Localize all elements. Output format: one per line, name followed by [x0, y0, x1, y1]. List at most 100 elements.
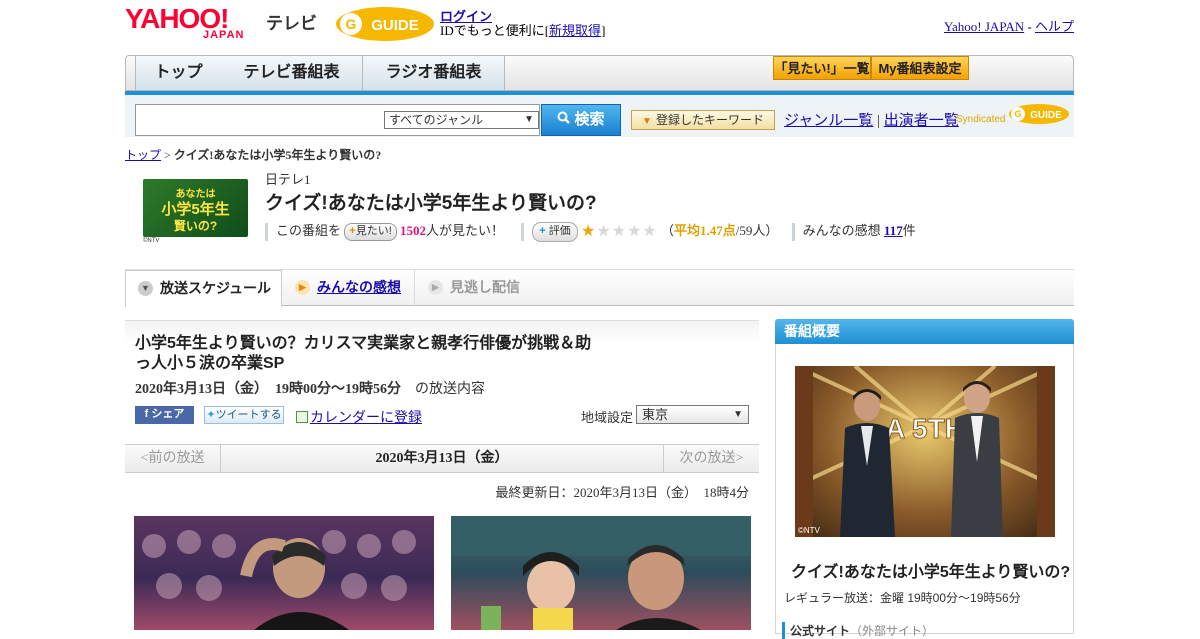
- rating-average: 平均1.47点: [674, 223, 736, 238]
- calendar-link[interactable]: カレンダーに登録: [310, 411, 422, 426]
- tweet-label: ツイートする: [215, 409, 282, 421]
- next-broadcast-link[interactable]: 次の放送>: [663, 445, 759, 472]
- episode-photo-1-image: [142, 530, 416, 630]
- id-text-suffix: ]: [601, 23, 606, 38]
- program-tabs: ▼ 放送スケジュール ▶ みんなの感想 ▶ 見逃し配信: [125, 269, 1074, 307]
- genre-select[interactable]: すべてのジャンル ▼: [384, 111, 539, 129]
- broadcast-date-nav: <前の放送 2020年3月13日（金） 次の放送>: [125, 444, 759, 473]
- nav-tab-tv-schedule[interactable]: テレビ番組表: [221, 56, 363, 90]
- rate-button[interactable]: + 評価: [532, 222, 578, 243]
- episode-title: 小学5年生より賢いの？カリスマ実業家と親孝行俳優が挑戦＆助っ人小５涙の卒業SP: [135, 335, 592, 372]
- chevron-down-icon: ▼: [138, 281, 153, 296]
- official-site-label: 公式サイト: [790, 624, 851, 638]
- sidebar-photo-image: A 5TH ©NTV: [795, 366, 1055, 537]
- search-icon: [557, 105, 571, 135]
- breadcrumb: トップ > クイズ!あなたは小学5年生より賢いの?: [125, 146, 381, 163]
- sidebar-regular-broadcast: レギュラー放送：金曜 19時00分～19時56分: [784, 591, 1021, 605]
- reviews-suffix: 件: [902, 223, 916, 238]
- program-meta-row: この番組を +見たい! 1502人が見たい！ + 評価 ★★★★★ （平均1.4…: [265, 220, 916, 243]
- twitter-bird-icon: ✦: [206, 409, 216, 421]
- svg-text:G: G: [346, 16, 357, 32]
- meta-divider: [265, 223, 268, 242]
- tab-streaming[interactable]: ▶ 見逃し配信: [416, 270, 546, 306]
- tab-streaming-label: 見逃し配信: [450, 279, 520, 295]
- program-title: クイズ!あなたは小学5年生より賢いの?: [265, 193, 597, 214]
- rate-button-label: 評価: [548, 225, 571, 238]
- sidebar-program-photo[interactable]: A 5TH ©NTV: [795, 366, 1055, 537]
- reviews-count-link[interactable]: 117: [884, 223, 903, 238]
- id-text-prefix: IDでもっと便利に[: [440, 23, 550, 38]
- sidebar-program-title: クイズ!あなたは小学5年生より賢いの?: [791, 564, 1071, 581]
- help-link[interactable]: ヘルプ: [1035, 19, 1074, 34]
- search-links: ジャンル一覧 | 出演者一覧: [784, 109, 959, 130]
- episode-date-value: 2020年3月13日（金） 19時00分～19時56分: [135, 382, 401, 397]
- tab-reviews[interactable]: ▶ みんなの感想: [283, 270, 415, 306]
- tv-logo-text[interactable]: テレビ: [266, 9, 317, 34]
- episode-photo-1[interactable]: [134, 516, 434, 630]
- gguide-logo[interactable]: G GUIDE: [335, 6, 435, 42]
- channel-name: 日テレ1: [265, 172, 311, 187]
- want-prefix: この番組を: [276, 223, 342, 238]
- performer-list-link[interactable]: 出演者一覧: [884, 113, 959, 129]
- breadcrumb-current: クイズ!あなたは小学5年生より賢いの?: [173, 148, 382, 162]
- thumb-text-line3: 賢いの?: [173, 219, 218, 233]
- registered-keywords-label: 登録したキーワード: [655, 113, 764, 127]
- program-thumbnail[interactable]: あなたは 小学5年生 賢いの?: [143, 179, 248, 237]
- tab-reviews-label[interactable]: みんなの感想: [317, 279, 401, 295]
- gguide-logo-icon: G GUIDE: [336, 7, 434, 41]
- want-button-label: 見たい!: [355, 225, 392, 238]
- calendar-icon: [296, 411, 308, 423]
- tweet-button[interactable]: ✦ツイートする: [204, 406, 284, 424]
- breadcrumb-top-link[interactable]: トップ: [125, 148, 161, 162]
- episode-date-suffix: の放送内容: [415, 382, 485, 397]
- sidebar-photo-text: A 5TH: [885, 413, 965, 444]
- triangle-down-icon: ▼: [642, 116, 652, 127]
- search-button[interactable]: 検索: [541, 104, 621, 136]
- nav-tab-top[interactable]: トップ: [135, 56, 222, 90]
- yahoo-japan-logo-text: JAPAN: [203, 29, 245, 41]
- tab-schedule-label: 放送スケジュール: [160, 280, 272, 296]
- gguide-logo-icon: G GUIDE: [1009, 104, 1070, 124]
- sidebar-official-site[interactable]: 公式サイト（外部サイト）: [782, 622, 934, 639]
- plus-icon: +: [539, 225, 546, 238]
- triangle-down-icon: ▼: [524, 114, 534, 125]
- official-site-note: （外部サイト）: [850, 624, 935, 638]
- star-icon-empty: ★★★★: [596, 223, 658, 241]
- registered-keywords-button[interactable]: ▼ 登録したキーワード: [631, 110, 775, 130]
- current-broadcast-date: 2020年3月13日（金）: [375, 451, 509, 466]
- nav-tab-radio-schedule[interactable]: ラジオ番組表: [363, 56, 505, 90]
- my-schedule-button[interactable]: My番組表設定: [871, 56, 969, 80]
- region-select-value: 東京: [642, 407, 669, 422]
- header-links: Yahoo! JAPAN - ヘルプ: [944, 16, 1074, 35]
- reviews-prefix: みんなの感想: [802, 223, 881, 238]
- id-signup-line: IDでもっと便利に[新規取得]: [440, 20, 605, 39]
- star-icon-filled: ★: [581, 223, 597, 241]
- thumb-text-line2: 小学5年生: [161, 201, 230, 218]
- genre-list-link[interactable]: ジャンル一覧: [784, 113, 873, 129]
- triangle-down-icon: ▼: [733, 409, 743, 420]
- region-select[interactable]: 東京 ▼: [636, 405, 749, 424]
- svg-text:G: G: [1015, 109, 1022, 119]
- thumb-credit: ©NTV: [143, 238, 160, 244]
- tab-schedule[interactable]: ▼ 放送スケジュール: [125, 270, 282, 307]
- region-label: 地域設定: [581, 410, 634, 425]
- yahoo-japan-link[interactable]: Yahoo! JAPAN: [944, 19, 1024, 34]
- sidebar-photo-credit: ©NTV: [798, 526, 821, 535]
- want-count: 1502: [400, 223, 427, 238]
- last-updated: 最終更新日：2020年3月13日（金） 18時4分: [495, 485, 749, 500]
- prev-broadcast-link[interactable]: <前の放送: [125, 445, 221, 472]
- want-to-watch-button[interactable]: +見たい!: [344, 223, 397, 242]
- facebook-share-button[interactable]: f シェア: [135, 406, 194, 424]
- link-divider: |: [877, 113, 881, 129]
- play-icon: ▶: [428, 280, 443, 295]
- signup-link[interactable]: 新規取得: [549, 23, 601, 38]
- episode-photo-2[interactable]: [451, 516, 751, 630]
- mitai-list-button[interactable]: 「見たい!」一覧: [773, 56, 871, 80]
- calendar-register[interactable]: カレンダーに登録: [296, 407, 422, 427]
- facebook-icon: f: [144, 408, 149, 420]
- header-separator: -: [1027, 19, 1032, 34]
- rating-open-paren: （: [661, 223, 675, 238]
- meta-divider: [791, 223, 795, 242]
- episode-photo-2-image: [451, 516, 751, 630]
- play-icon: ▶: [295, 280, 310, 295]
